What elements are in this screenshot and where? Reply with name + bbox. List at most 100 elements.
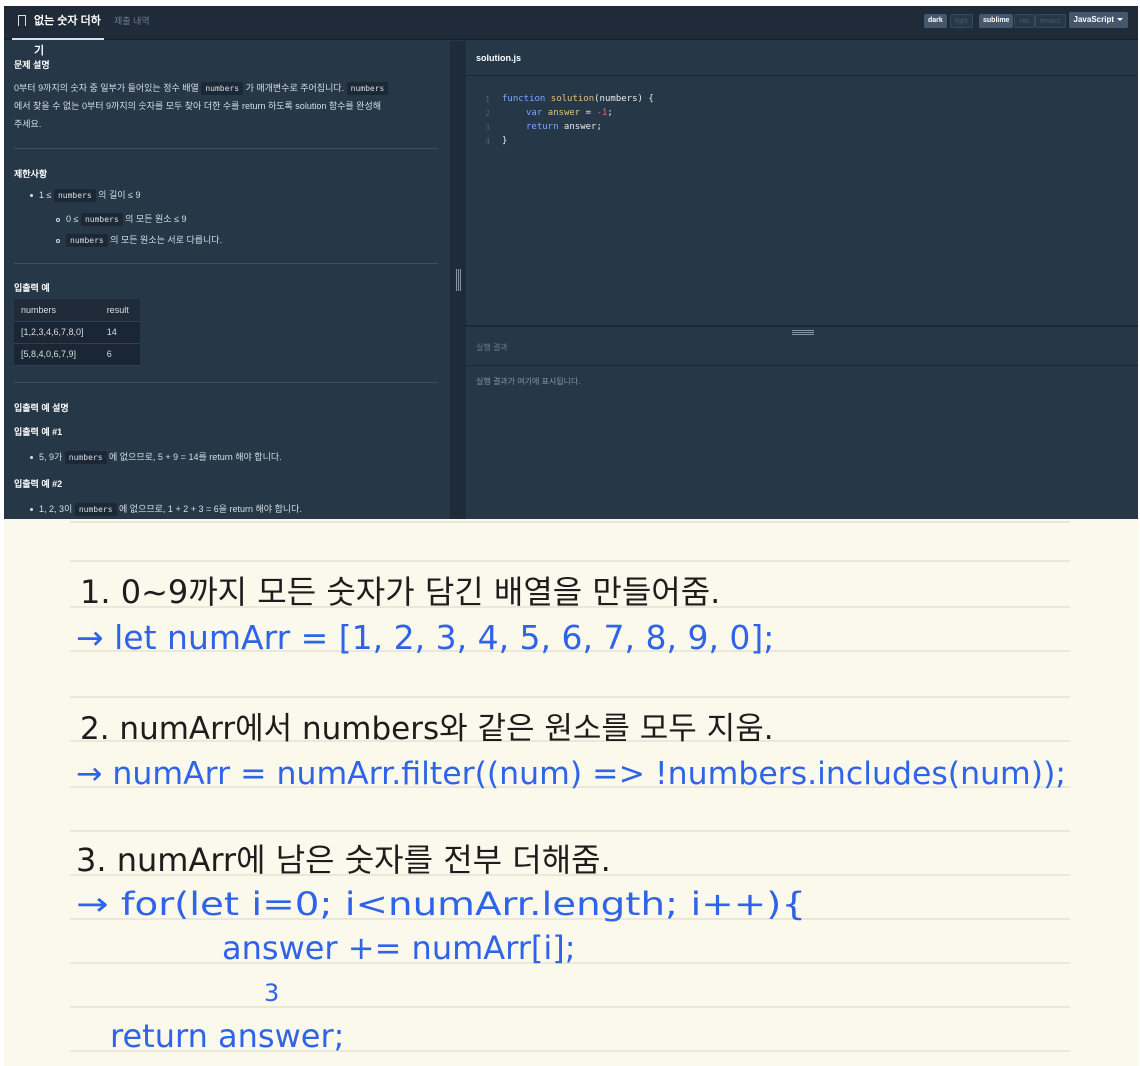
table-row: [5,8,4,0,6,7,9] 6 bbox=[14, 343, 140, 366]
code-numbers: numbers bbox=[53, 189, 96, 202]
explanation-prefix: 5, 9가 bbox=[39, 452, 65, 462]
divider bbox=[466, 75, 1138, 76]
bullet-icon bbox=[30, 194, 33, 198]
table-header: numbers bbox=[14, 299, 100, 322]
constraint-suffix: 의 모든 원소 ≤ 9 bbox=[122, 214, 187, 224]
line-number: 2 bbox=[485, 109, 490, 118]
table-row: [1,2,3,4,6,7,8,0] 14 bbox=[14, 321, 140, 344]
line-number: 4 bbox=[485, 137, 490, 146]
example-2-explanation: 1, 2, 3이 numbers 에 없으므로, 1 + 2 + 3 = 6을 … bbox=[30, 502, 302, 516]
theme-light-toggle[interactable]: light bbox=[950, 14, 973, 28]
language-label: JavaScript bbox=[1073, 15, 1114, 24]
code-function-name: solution bbox=[550, 94, 595, 104]
table-cell: [5,8,4,0,6,7,9] bbox=[14, 343, 100, 366]
constraint-suffix: 의 길이 ≤ 9 bbox=[95, 190, 141, 200]
result-header: 실행 결과 bbox=[466, 325, 1138, 365]
code-numbers: numbers bbox=[66, 234, 108, 247]
code-line[interactable]: return answer; bbox=[526, 122, 602, 132]
code-keyword: return bbox=[526, 122, 559, 132]
code-operator: = bbox=[580, 108, 597, 118]
tab-problem[interactable]: 없는 숫자 더하기 bbox=[12, 6, 104, 57]
vertical-splitter[interactable] bbox=[450, 41, 466, 519]
bullet-icon bbox=[56, 238, 60, 243]
constraint-item: 1 ≤ numbers 의 길이 ≤ 9 bbox=[30, 188, 140, 202]
result-panel: 실행 결과가 여기에 표시됩니다. bbox=[466, 365, 1138, 519]
code-editor[interactable]: solution.js 1 2 3 4 function solution(nu… bbox=[466, 41, 1138, 325]
problem-pane: 문제 설명 0부터 9까지의 숫자 중 일부가 들어있는 정수 배열 numbe… bbox=[4, 41, 450, 519]
description-part2: 가 매개변수로 주어집니다. bbox=[243, 83, 347, 93]
line-number: 1 bbox=[485, 95, 490, 104]
code-numbers: numbers bbox=[64, 451, 107, 464]
table-header: result bbox=[99, 299, 140, 322]
note-code-5: 3 bbox=[264, 979, 279, 1007]
note-step-3: 3. numArr에 남은 숫자를 전부 더해줌. bbox=[76, 841, 611, 879]
notebook-page: 1. 0~9까지 모든 숫자가 담긴 배열을 만들어줌. → let numAr… bbox=[70, 521, 1070, 1055]
constraint-item: 0 ≤ numbers 의 모든 원소 ≤ 9 bbox=[56, 212, 187, 226]
bullet-icon bbox=[56, 217, 60, 222]
code-line[interactable]: var answer = -1; bbox=[526, 108, 613, 118]
code-semicolon: ; bbox=[607, 108, 613, 118]
ide-window: 없는 숫자 더하기 제출 내역 dark light sublime vim e… bbox=[4, 6, 1138, 519]
examples-title: 입출력 예 bbox=[14, 283, 50, 293]
theme-dark-toggle[interactable]: dark bbox=[924, 14, 947, 28]
note-code-2: → numArr = numArr.filter((num) => !numbe… bbox=[76, 756, 1066, 792]
keymap-vim-toggle[interactable]: vim bbox=[1014, 14, 1035, 28]
code-numbers: numbers bbox=[346, 82, 389, 95]
note-code-6: return answer; bbox=[110, 1017, 344, 1055]
explanation-prefix: 1, 2, 3이 bbox=[39, 504, 75, 514]
note-step-1: 1. 0~9까지 모든 숫자가 담긴 배열을 만들어줌. bbox=[80, 573, 720, 611]
divider bbox=[14, 148, 438, 149]
code-number: -1 bbox=[596, 108, 608, 118]
code-numbers: numbers bbox=[74, 503, 117, 516]
language-select[interactable]: JavaScript bbox=[1068, 12, 1128, 28]
bookmark-icon[interactable] bbox=[18, 15, 26, 30]
explanation-suffix: 에 없으므로, 1 + 2 + 3 = 6을 return 해야 합니다. bbox=[116, 504, 302, 514]
note-code-1: → let numArr = [1, 2, 3, 4, 5, 6, 7, 8, … bbox=[76, 618, 774, 657]
description-part3: 에서 찾을 수 없는 0부터 9까지의 숫자를 모두 찾아 더한 수를 retu… bbox=[14, 101, 382, 111]
constraints-title: 제한사항 bbox=[14, 169, 48, 179]
code-line[interactable]: } bbox=[502, 136, 507, 146]
note-code-4: answer += numArr[i]; bbox=[222, 929, 576, 967]
code-line[interactable]: function solution(numbers) { bbox=[502, 94, 654, 104]
table-cell: 6 bbox=[99, 343, 140, 366]
code-keyword: function bbox=[502, 94, 546, 104]
examples-table: numbers result [1,2,3,4,6,7,8,0] 14 [5,8… bbox=[14, 299, 140, 366]
tab-submission-history[interactable]: 제출 내역 bbox=[114, 6, 150, 40]
example-2-title: 입출력 예 #2 bbox=[14, 479, 63, 489]
divider bbox=[14, 263, 438, 264]
code-variable: answer bbox=[547, 108, 581, 118]
code-params: (numbers) { bbox=[594, 94, 654, 104]
file-name: solution.js bbox=[476, 53, 521, 63]
handwritten-notes: 1. 0~9까지 모든 숫자가 담긴 배열을 만들어줌. → let numAr… bbox=[4, 519, 1138, 1066]
example-1-title: 입출력 예 #1 bbox=[14, 427, 63, 437]
caret-down-icon bbox=[1117, 18, 1123, 22]
drag-handle-icon[interactable] bbox=[792, 330, 814, 335]
code-numbers: numbers bbox=[80, 213, 123, 226]
table-cell: [1,2,3,4,6,7,8,0] bbox=[14, 321, 100, 344]
note-step-2: 2. numArr에서 numbers와 같은 원소를 모두 지움. bbox=[80, 711, 774, 747]
result-placeholder: 실행 결과가 여기에 표시됩니다. bbox=[476, 377, 581, 386]
drag-handle-icon[interactable] bbox=[456, 269, 461, 291]
keymap-emacs-toggle[interactable]: emacs bbox=[1035, 14, 1066, 28]
table-cell: 14 bbox=[99, 321, 140, 344]
description-part1: 0부터 9까지의 숫자 중 일부가 들어있는 정수 배열 bbox=[14, 83, 202, 93]
description-title: 문제 설명 bbox=[14, 60, 50, 70]
constraint-suffix: 의 모든 원소는 서로 다릅니다. bbox=[107, 235, 223, 245]
result-label: 실행 결과 bbox=[476, 343, 508, 352]
code-keyword: var bbox=[526, 108, 543, 118]
note-code-3: → for(let i=0; i<numArr.length; i++){ bbox=[76, 885, 806, 923]
constraint-prefix: 1 ≤ bbox=[39, 190, 54, 200]
description-text: 0부터 9까지의 숫자 중 일부가 들어있는 정수 배열 numbers 가 매… bbox=[14, 79, 444, 133]
explanation-title: 입출력 예 설명 bbox=[14, 403, 69, 413]
code-numbers: numbers bbox=[201, 82, 244, 95]
constraint-prefix: 0 ≤ bbox=[66, 214, 81, 224]
keymap-sublime-toggle[interactable]: sublime bbox=[979, 14, 1014, 28]
line-number: 3 bbox=[485, 123, 490, 132]
constraint-item: numbers 의 모든 원소는 서로 다릅니다. bbox=[56, 233, 222, 247]
bullet-icon bbox=[30, 508, 33, 512]
bullet-icon bbox=[30, 456, 33, 460]
description-part4: 주세요. bbox=[14, 119, 42, 129]
top-bar: 없는 숫자 더하기 제출 내역 dark light sublime vim e… bbox=[4, 6, 1138, 57]
explanation-suffix: 에 없으므로, 5 + 9 = 14를 return 해야 합니다. bbox=[106, 452, 282, 462]
code-return-value: answer; bbox=[558, 122, 602, 132]
